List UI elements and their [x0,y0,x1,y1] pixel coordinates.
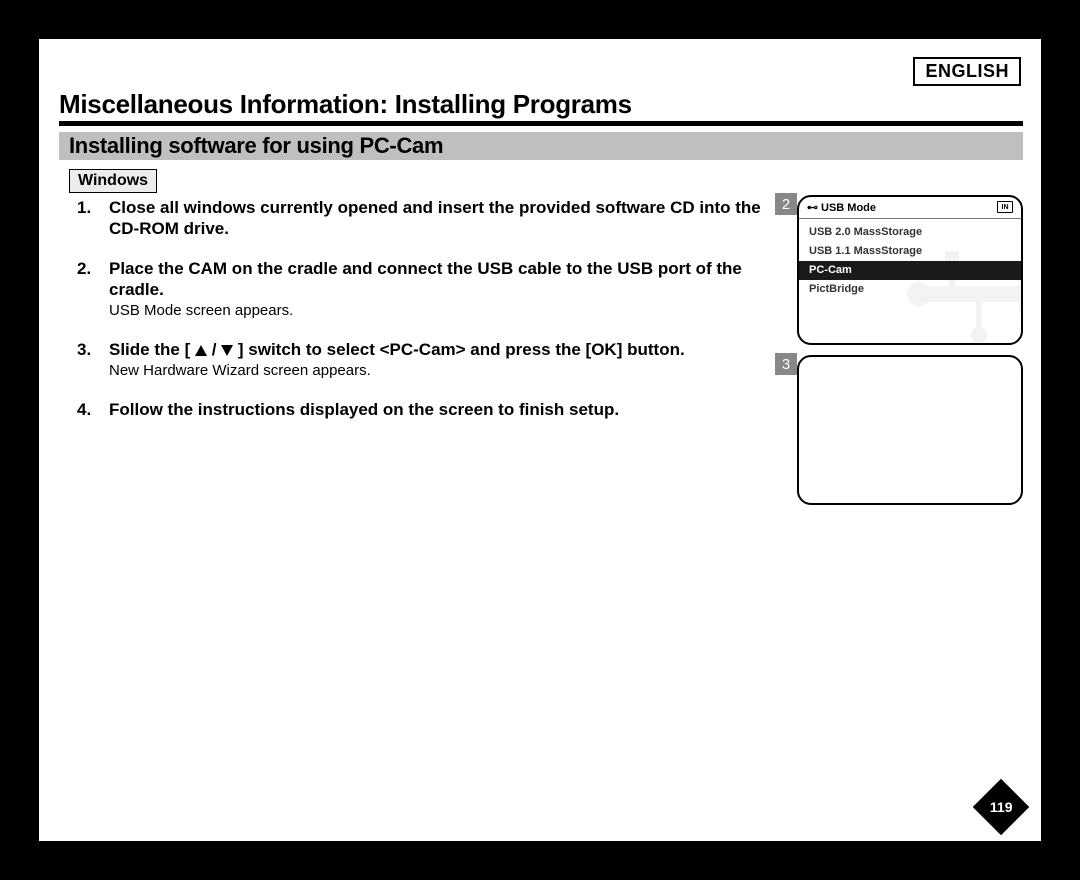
storage-in-icon: IN [997,201,1013,213]
figure-number: 3 [775,353,797,375]
section-title: Installing software for using PC-Cam [59,132,1023,160]
figure-number: 2 [775,193,797,215]
usb-icon: ⊷ [807,201,817,214]
device-screen: ⊷ USB Mode IN USB 2.0 [797,195,1023,345]
screen-title: USB Mode [821,202,876,214]
figure-column: 2 ⊷ USB Mode IN [779,195,1023,515]
step-text: Place the CAM on the cradle and connect … [109,258,767,301]
language-box: ENGLISH [913,57,1021,86]
step-number: 1. [77,197,109,240]
step-4: 4. Follow the instructions displayed on … [77,399,767,420]
list-item: PictBridge [799,280,1021,299]
up-triangle-icon [195,345,207,356]
step-number: 3. [77,339,109,381]
page-number: 119 [990,799,1013,815]
step-subtext: New Hardware Wizard screen appears. [109,362,685,381]
list-item: USB 2.0 MassStorage [799,223,1021,242]
manual-page: ENGLISH Miscellaneous Information: Insta… [38,38,1042,842]
separator: / [212,340,221,359]
step-text: Slide the [ / ] switch to select <PC-Cam… [109,339,685,360]
step-3: 3. Slide the [ / ] switch to select <PC-… [77,339,767,381]
list-item: USB 1.1 MassStorage [799,242,1021,261]
step-2: 2. Place the CAM on the cradle and conne… [77,258,767,321]
instruction-list: 1. Close all windows currently opened an… [77,197,767,438]
device-screen-blank [797,355,1023,505]
down-triangle-icon [221,345,233,356]
page-number-badge: 119 [973,779,1030,836]
screen-header: ⊷ USB Mode IN [799,197,1021,219]
page-title: Miscellaneous Information: Installing Pr… [59,89,632,120]
step-subtext: USB Mode screen appears. [109,302,767,321]
step-number: 2. [77,258,109,321]
step-1: 1. Close all windows currently opened an… [77,197,767,240]
step-text: Follow the instructions displayed on the… [109,399,619,420]
step-number: 4. [77,399,109,420]
title-rule [59,121,1023,126]
step-text: Close all windows currently opened and i… [109,197,767,240]
os-label: Windows [69,169,157,193]
usb-mode-list: USB 2.0 MassStorage USB 1.1 MassStorage … [799,219,1021,302]
figure-usb-mode: 2 ⊷ USB Mode IN [779,195,1023,345]
figure-wizard: 3 [779,355,1023,505]
list-item-selected: PC-Cam [799,261,1021,280]
